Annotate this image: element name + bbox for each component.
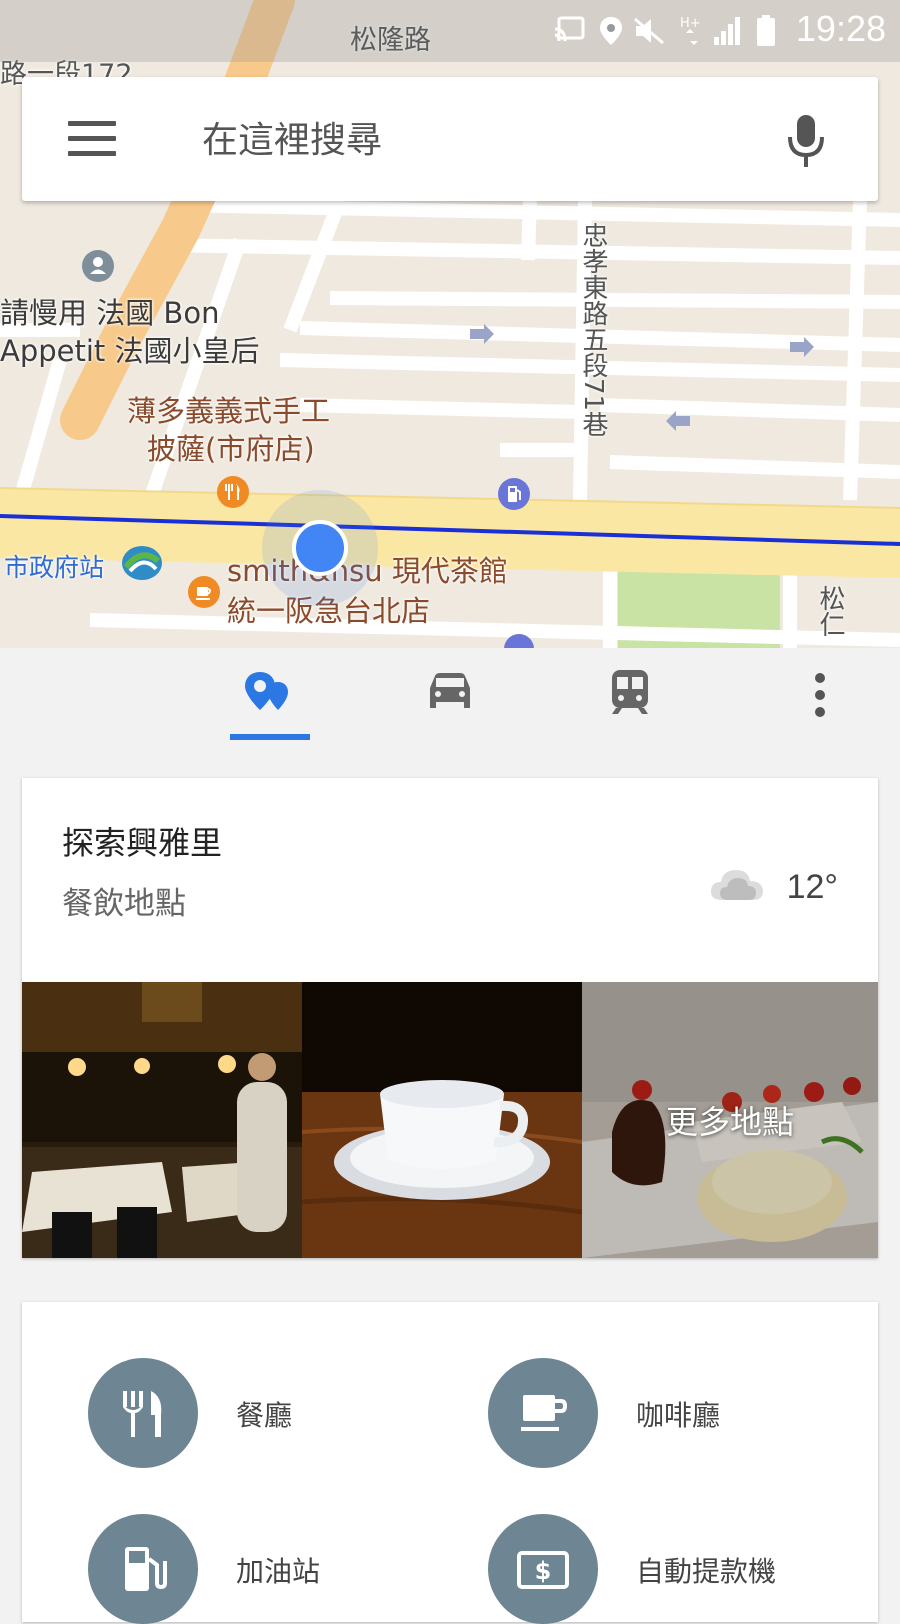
atm-icon: $: [517, 1551, 569, 1589]
restaurant-marker-icon[interactable]: [217, 476, 249, 508]
map-street-label-vertical: 忠孝東路五段71巷: [578, 222, 608, 438]
more-vert-icon: [815, 673, 825, 717]
category-restaurant[interactable]: 餐廳: [88, 1358, 488, 1468]
category-circle: [488, 1358, 598, 1468]
map-poi-label[interactable]: 披薩(市府店): [147, 430, 315, 468]
category-atm[interactable]: $ 自動提款機: [488, 1514, 888, 1624]
category-circle: [88, 1358, 198, 1468]
category-cafe[interactable]: 咖啡廳: [488, 1358, 888, 1468]
tab-driving[interactable]: [410, 668, 490, 728]
map-poi-label[interactable]: 請慢用 法國 Bon: [0, 294, 219, 332]
restaurant-photo[interactable]: [22, 982, 302, 1258]
photo-strip: 更多地點: [22, 982, 878, 1258]
battery-icon: [757, 15, 775, 46]
map-view[interactable]: 松隆路 路一段172 忠孝東路五段71巷 松仁 請慢用 法國 Bon Appet…: [0, 0, 900, 648]
tab-explore[interactable]: [230, 668, 310, 728]
my-location-dot[interactable]: [292, 520, 348, 576]
dessert-photo[interactable]: 更多地點: [582, 982, 878, 1258]
svg-text:H+: H+: [680, 16, 701, 31]
clock: 19:28: [795, 8, 886, 49]
restaurant-icon: [123, 1391, 162, 1437]
tab-more[interactable]: [780, 668, 860, 728]
map-station-label[interactable]: 市政府站: [4, 548, 104, 584]
car-icon: [430, 673, 470, 708]
hplus-network-icon: H+: [680, 16, 701, 45]
gas-station-icon: [125, 1547, 167, 1591]
person-marker-icon[interactable]: [82, 250, 114, 282]
map-poi-label[interactable]: 薄多義義式手工: [127, 392, 330, 430]
explore-title: 探索興雅里: [62, 824, 223, 862]
category-label: 自動提款機: [636, 1555, 777, 1588]
svg-text:$: $: [535, 1557, 552, 1585]
map-street-label-vertical: 松仁: [815, 585, 845, 637]
explore-pin-icon: [245, 672, 288, 710]
category-circle: $: [488, 1514, 598, 1624]
coffee-icon: [521, 1395, 567, 1431]
category-label: 咖啡廳: [636, 1399, 721, 1432]
more-places-button[interactable]: 更多地點: [582, 982, 878, 1258]
search-input[interactable]: [200, 107, 764, 173]
map-poi-label[interactable]: smith&hsu 現代茶館: [227, 552, 508, 590]
metro-station-icon[interactable]: [120, 543, 164, 583]
microphone-icon[interactable]: [784, 113, 828, 169]
train-icon: [612, 670, 648, 714]
mute-icon: [634, 17, 664, 45]
coffee-marker-icon[interactable]: [188, 576, 220, 608]
tab-transit[interactable]: [590, 668, 670, 728]
map-poi-label[interactable]: 統一阪急台北店: [227, 592, 430, 630]
explore-subtitle: 餐飲地點: [62, 886, 186, 922]
search-bar[interactable]: [22, 77, 878, 201]
category-circle: [88, 1514, 198, 1624]
gas-station-marker-icon[interactable]: [498, 478, 530, 510]
mode-tabs: [0, 648, 900, 748]
status-bar: H+ 19:28: [0, 0, 900, 62]
hamburger-menu-icon[interactable]: [68, 121, 116, 157]
explore-card[interactable]: 探索興雅里 餐飲地點 12° 更多地點: [22, 778, 878, 1258]
map-poi-label[interactable]: Appetit 法國小皇后: [0, 332, 260, 370]
signal-icon: [714, 17, 740, 45]
cast-icon: [554, 16, 585, 42]
category-label: 加油站: [236, 1555, 321, 1588]
cloud-icon: [710, 870, 763, 900]
category-label: 餐廳: [236, 1399, 293, 1432]
weather-widget: 12°: [708, 862, 838, 912]
coffee-photo[interactable]: [302, 982, 582, 1258]
category-gas-station[interactable]: 加油站: [88, 1514, 488, 1624]
category-card: 餐廳 咖啡廳 加油站 $ 自動提款機: [22, 1302, 878, 1624]
weather-temperature: 12°: [786, 868, 838, 906]
active-tab-indicator: [230, 734, 310, 740]
location-icon: [600, 17, 622, 45]
